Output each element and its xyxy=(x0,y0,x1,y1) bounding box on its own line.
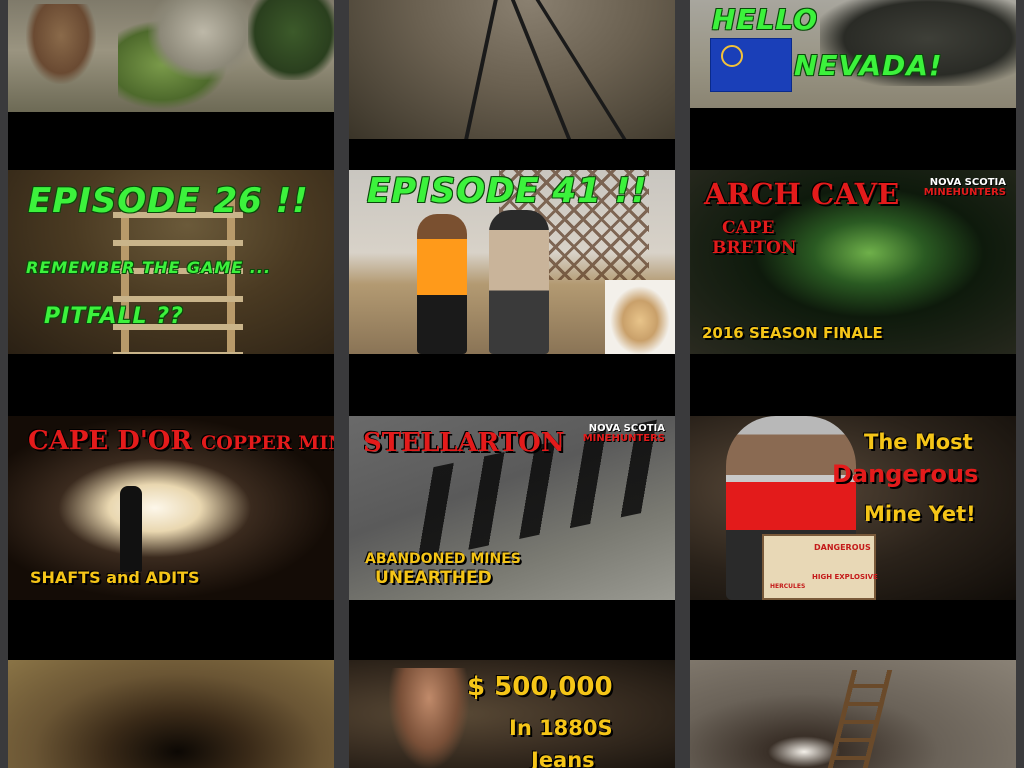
thumbnail-caption: REMEMBER THE GAME ... xyxy=(26,258,272,277)
thumbnail-title: $ 500,000 xyxy=(467,672,613,702)
thumbnail-caption: SHAFTS and ADITS xyxy=(30,568,200,587)
thumbnail-caption: 2016 SEASON FINALE xyxy=(702,324,883,342)
video-thumbnail-stellarton[interactable]: STELLARTON NOVA SCOTIA MINEHUNTERS ABAND… xyxy=(349,416,675,600)
brand-line-2: MINEHUNTERS xyxy=(582,433,665,444)
tile-spacer xyxy=(690,354,1016,416)
thumbnail-caption: PITFALL ?? xyxy=(44,304,184,329)
tile-spacer xyxy=(349,354,675,416)
thumbnail-title: The Most xyxy=(864,430,973,454)
video-thumbnail-cape-dor[interactable]: CAPE D'OR COPPER MINES SHAFTS and ADITS xyxy=(8,416,334,600)
video-grid: EPISODE 26 !! REMEMBER THE GAME ... PITF… xyxy=(0,0,1024,768)
thumbnail-subtitle: CAPE xyxy=(722,218,775,238)
flag-emblem xyxy=(721,45,743,67)
thumbnail-title: Dangerous xyxy=(832,460,979,488)
video-thumbnail-tunnel[interactable] xyxy=(8,660,334,768)
rail-line xyxy=(464,0,498,139)
video-thumbnail-hello-nevada[interactable]: HELLO NEVADA! xyxy=(690,0,1016,108)
burro-shape xyxy=(148,0,258,80)
grid-column-2: EPISODE 41 !! STELLARTON NOVA SCOTIA MIN… xyxy=(349,0,675,768)
video-thumbnail-mine-rails[interactable] xyxy=(349,0,675,139)
bush-shape xyxy=(248,0,334,80)
tile-spacer xyxy=(349,600,675,660)
thumbnail-title: STELLARTON xyxy=(363,428,565,458)
tile-spacer xyxy=(690,108,1016,170)
ladder-shape xyxy=(827,670,893,768)
thumbnail-title: HELLO xyxy=(712,3,819,36)
thumbnail-title: CAPE D'OR COPPER MINES xyxy=(28,428,334,454)
sandwich-plate xyxy=(605,280,675,354)
brand-line-2: MINEHUNTERS xyxy=(923,187,1006,198)
video-thumbnail-burros[interactable] xyxy=(8,0,334,112)
explosives-box: DANGEROUS HIGH EXPLOSIVE HERCULES xyxy=(762,534,878,600)
thumbnail-title: ARCH CAVE xyxy=(704,177,900,211)
video-thumbnail-arch-cave[interactable]: ARCH CAVE CAPE BRETON NOVA SCOTIA MINEHU… xyxy=(690,170,1016,354)
hiker-silhouette xyxy=(120,486,142,572)
person-figure xyxy=(489,210,549,354)
video-thumbnail-episode-41[interactable]: EPISODE 41 !! xyxy=(349,170,675,354)
thumbnail-caption: Jeans xyxy=(531,748,595,768)
box-label: DANGEROUS xyxy=(814,543,871,552)
thumbnail-title-small: COPPER MINES xyxy=(201,432,334,454)
rail-line xyxy=(510,0,572,139)
tile-spacer xyxy=(690,600,1016,660)
nevada-flag xyxy=(710,38,792,92)
video-thumbnail-most-dangerous[interactable]: DANGEROUS HIGH EXPLOSIVE HERCULES The Mo… xyxy=(690,416,1016,600)
thumbnail-caption: UNEARTHED xyxy=(375,568,492,588)
tile-spacer xyxy=(8,112,334,170)
thumbnail-title: EPISODE 26 !! xyxy=(28,181,309,221)
person-figure xyxy=(417,214,467,354)
video-thumbnail-500k-jeans[interactable]: $ 500,000 In 1880S Jeans xyxy=(349,660,675,768)
tile-spacer xyxy=(8,354,334,416)
thumbnail-subtitle: BRETON xyxy=(712,238,797,258)
thumbnail-caption: ABANDONED MINES xyxy=(365,551,521,567)
thumbnail-title: NEVADA! xyxy=(794,49,943,82)
grid-column-3: HELLO NEVADA! ARCH CAVE CAPE BRETON NOVA… xyxy=(690,0,1016,768)
grid-column-1: EPISODE 26 !! REMEMBER THE GAME ... PITF… xyxy=(8,0,334,768)
brand-label: NOVA SCOTIA MINEHUNTERS xyxy=(924,178,1006,198)
thumbnail-title-big: CAPE D'OR xyxy=(28,426,193,456)
person-figure xyxy=(389,668,469,768)
tile-spacer xyxy=(349,139,675,170)
brand-label: NOVA SCOTIA MINEHUNTERS xyxy=(583,424,665,444)
box-label: HIGH EXPLOSIVE xyxy=(812,573,878,581)
burro-shape xyxy=(26,4,96,84)
tile-spacer xyxy=(8,600,334,660)
thumbnail-title: Mine Yet! xyxy=(864,502,976,526)
thumbnail-caption: In 1880S xyxy=(509,716,613,740)
rail-line xyxy=(535,0,627,139)
box-label: HERCULES xyxy=(770,583,806,590)
video-thumbnail-ladder-shaft[interactable] xyxy=(690,660,1016,768)
thumbnail-title: EPISODE 41 !! xyxy=(367,171,648,211)
video-thumbnail-episode-26[interactable]: EPISODE 26 !! REMEMBER THE GAME ... PITF… xyxy=(8,170,334,354)
